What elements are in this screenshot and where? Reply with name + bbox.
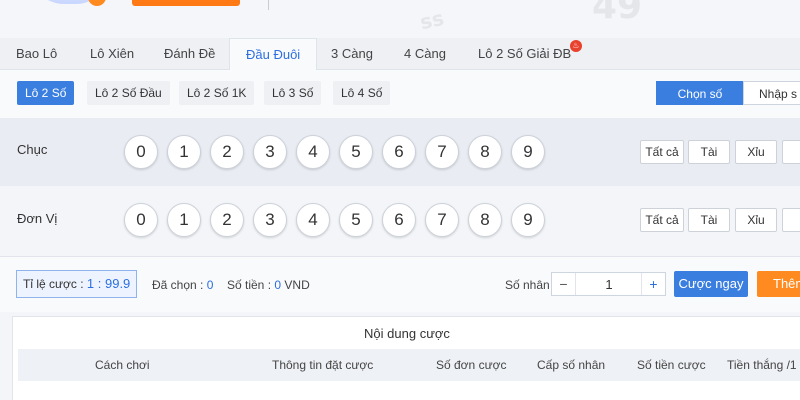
plus-icon[interactable]: + xyxy=(641,273,665,295)
minus-icon[interactable]: − xyxy=(552,273,576,295)
tab-3-cang[interactable]: 3 Càng xyxy=(315,38,389,70)
number-ball[interactable]: 5 xyxy=(339,135,373,169)
number-ball[interactable]: 2 xyxy=(210,203,244,237)
number-ball[interactable]: 8 xyxy=(468,135,502,169)
bet-now-button[interactable]: Cược ngay xyxy=(674,271,748,297)
odds-badge: Tỉ lệ cược : 1 : 99.9 xyxy=(16,270,138,298)
multiplier-label: Số nhân : xyxy=(505,278,557,292)
amount-label: Số tiền : xyxy=(227,278,272,292)
row-label-tens: Chục xyxy=(17,142,48,157)
number-ball[interactable]: 2 xyxy=(210,135,244,169)
chosen-value: 0 xyxy=(206,278,214,292)
tens-row: Chục 0 1 2 3 4 5 6 7 8 9 Tất cả Tài Xỉu xyxy=(0,118,800,186)
number-ball[interactable]: 7 xyxy=(425,203,459,237)
number-ball[interactable]: 4 xyxy=(296,135,330,169)
number-ball[interactable]: 9 xyxy=(511,203,545,237)
number-ball[interactable]: 9 xyxy=(511,135,545,169)
tab-lo-2-so-giai-db[interactable]: Lô 2 Số Giải ĐB xyxy=(462,38,587,70)
number-ball[interactable]: 3 xyxy=(253,203,287,237)
select-big-button[interactable]: Tài xyxy=(688,140,730,164)
table-title: Nội dung cược xyxy=(364,326,450,341)
column-header: Cách chơi xyxy=(95,358,150,372)
column-header: Số đơn cược xyxy=(436,358,507,372)
number-ball[interactable]: 3 xyxy=(253,135,287,169)
column-header: Cấp số nhân xyxy=(537,358,606,372)
table-header: Cách chơi Thông tin đặt cược Số đơn cược… xyxy=(18,349,800,381)
number-ball[interactable]: 8 xyxy=(468,203,502,237)
select-all-button[interactable]: Tất cả xyxy=(640,208,684,232)
bet-amount: Số tiền : 0 VND xyxy=(227,278,310,292)
select-small-button[interactable]: Xỉu xyxy=(735,208,777,232)
game-type-tabs: Bao Lô Lô Xiên Đánh Đề Đầu Đuôi 3 Càng 4… xyxy=(0,38,800,71)
select-more-button[interactable] xyxy=(782,208,800,232)
logo-accent xyxy=(88,0,106,6)
select-small-button[interactable]: Xỉu xyxy=(735,140,777,164)
tab-lo-xien[interactable]: Lô Xiên xyxy=(74,38,150,70)
background-watermark-number: 49 xyxy=(592,0,643,27)
subtab-lo-2-so-1k[interactable]: Lô 2 Số 1K xyxy=(179,81,255,105)
number-ball[interactable]: 5 xyxy=(339,203,373,237)
subtab-lo-2-so-dau[interactable]: Lô 2 Số Đầu xyxy=(87,81,170,105)
bet-content-table: Nội dung cược Cách chơi Thông tin đặt cư… xyxy=(12,316,800,400)
input-number-button[interactable]: Nhập s xyxy=(743,81,800,105)
subtab-lo-3-so[interactable]: Lô 3 Số xyxy=(264,81,322,105)
select-big-button[interactable]: Tài xyxy=(688,208,730,232)
tab-danh-de[interactable]: Đánh Đề xyxy=(148,38,231,70)
header-action-button[interactable] xyxy=(132,0,240,6)
number-ball[interactable]: 1 xyxy=(167,135,201,169)
add-bet-button[interactable]: Thêm xyxy=(757,271,800,297)
number-ball[interactable]: 4 xyxy=(296,203,330,237)
subtab-lo-2-so[interactable]: Lô 2 Số xyxy=(17,81,75,105)
number-ball[interactable]: 0 xyxy=(124,135,158,169)
units-row: Đơn Vị 0 1 2 3 4 5 6 7 8 9 Tất cả Tài Xỉ… xyxy=(0,186,800,254)
select-all-button[interactable]: Tất cả xyxy=(640,140,684,164)
column-header: Số tiền cược xyxy=(637,358,706,372)
number-ball[interactable]: 1 xyxy=(167,203,201,237)
multiplier-input[interactable] xyxy=(577,273,641,295)
odds-value: 1 : 99.9 xyxy=(86,276,131,291)
subtab-lo-4-so[interactable]: Lô 4 Số xyxy=(333,81,391,105)
fire-icon: ♨ xyxy=(570,40,582,52)
amount-unit: VND xyxy=(284,278,310,292)
odds-label: Tỉ lệ cược : xyxy=(23,277,84,291)
column-header: Tiền thắng /1 lầ xyxy=(727,358,800,372)
multiplier-stepper: − + xyxy=(551,272,666,296)
number-ball[interactable]: 6 xyxy=(382,203,416,237)
background-watermark: ss xyxy=(417,5,447,35)
row-label-units: Đơn Vị xyxy=(17,211,58,226)
tab-dau-duoi[interactable]: Đầu Đuôi xyxy=(229,38,318,71)
tab-bao-lo[interactable]: Bao Lô xyxy=(0,38,73,70)
top-header: ss 49 xyxy=(0,0,800,38)
column-header: Thông tin đặt cược xyxy=(272,358,374,372)
header-divider xyxy=(268,0,269,10)
tab-4-cang[interactable]: 4 Càng xyxy=(388,38,462,70)
number-ball[interactable]: 6 xyxy=(382,135,416,169)
number-ball[interactable]: 7 xyxy=(425,135,459,169)
choose-number-button[interactable]: Chọn số xyxy=(656,81,744,105)
chosen-count: Đã chọn : 0 xyxy=(152,278,213,292)
chosen-label: Đã chọn : xyxy=(152,278,204,292)
amount-value: 0 xyxy=(274,278,282,292)
number-ball[interactable]: 0 xyxy=(124,203,158,237)
select-more-button[interactable] xyxy=(782,140,800,164)
